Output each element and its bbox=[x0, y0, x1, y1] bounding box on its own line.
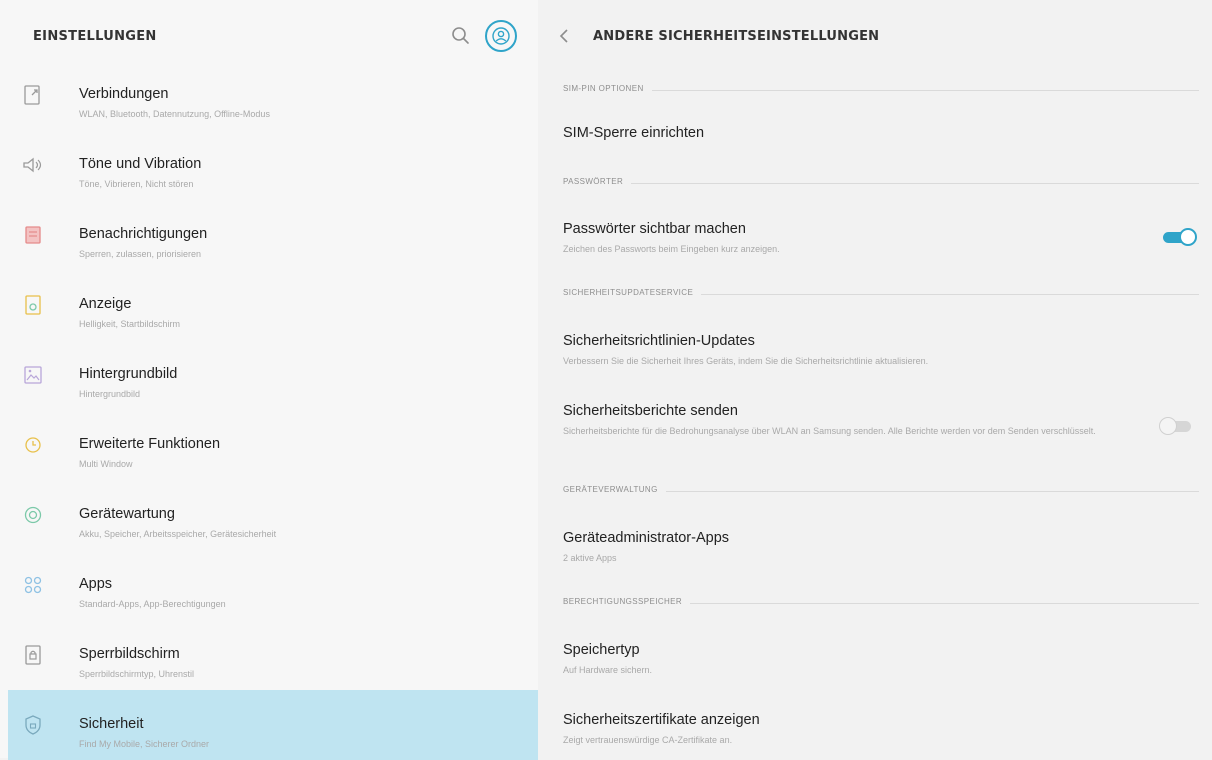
sidebar-item-connections[interactable]: Verbindungen WLAN, Bluetooth, Datennutzu… bbox=[8, 60, 538, 130]
view-certificates-row[interactable]: Sicherheitszertifikate anzeigen Zeigt ve… bbox=[563, 712, 1199, 752]
sidebar-item-subtitle: Sperren, zulassen, priorisieren bbox=[79, 249, 202, 259]
sidebar-item-notifications[interactable]: Benachrichtigungen Sperren, zulassen, pr… bbox=[8, 200, 538, 270]
section-label: GERÄTEVERWALTUNG bbox=[563, 485, 666, 494]
toggle-knob bbox=[1159, 417, 1177, 435]
sidebar-item-subtitle: Multi Window bbox=[79, 459, 133, 469]
section-header-device-admin: GERÄTEVERWALTUNG bbox=[563, 483, 1199, 497]
sidebar-item-device-maintenance[interactable]: Gerätewartung Akku, Speicher, Arbeitsspe… bbox=[8, 480, 538, 550]
show-passwords-toggle[interactable] bbox=[1161, 228, 1197, 246]
search-icon[interactable] bbox=[450, 25, 472, 47]
settings-sidebar: EINSTELLUNGEN Verbindungen WLAN, Bluetoo… bbox=[0, 0, 538, 760]
sidebar-item-label: Sperrbildschirm bbox=[79, 646, 180, 662]
sidebar-item-subtitle: WLAN, Bluetooth, Datennutzung, Offline-M… bbox=[79, 109, 270, 119]
sidebar-item-label: Anzeige bbox=[79, 296, 132, 312]
sidebar-title: EINSTELLUNGEN bbox=[33, 29, 157, 44]
row-title: Sicherheitsrichtlinien-Updates bbox=[563, 333, 755, 349]
wallpaper-icon bbox=[22, 363, 44, 387]
section-header-sim: SIM-PIN OPTIONEN bbox=[563, 82, 1199, 96]
sidebar-item-label: Sicherheit bbox=[79, 716, 144, 732]
row-title: Speichertyp bbox=[563, 642, 640, 658]
sidebar-item-label: Hintergrundbild bbox=[79, 366, 178, 382]
sidebar-item-label: Apps bbox=[79, 576, 113, 592]
security-icon bbox=[22, 713, 44, 737]
lock-screen-icon bbox=[22, 643, 44, 667]
sidebar-item-subtitle: Sperrbildschirmtyp, Uhrenstil bbox=[79, 669, 195, 679]
sidebar-item-label: Benachrichtigungen bbox=[79, 226, 208, 242]
device-maintenance-icon bbox=[22, 503, 44, 527]
sidebar-item-label: Gerätewartung bbox=[79, 506, 175, 522]
sidebar-item-label: Töne und Vibration bbox=[79, 156, 202, 172]
send-reports-toggle[interactable] bbox=[1159, 417, 1195, 435]
sidebar-item-label: Erweiterte Funktionen bbox=[79, 436, 221, 452]
settings-app: EINSTELLUNGEN Verbindungen WLAN, Bluetoo… bbox=[0, 0, 1212, 760]
row-subtitle: Auf Hardware sichern. bbox=[563, 665, 653, 675]
row-subtitle: Zeigt vertrauenswürdige CA-Zertifikate a… bbox=[563, 735, 733, 745]
display-icon bbox=[22, 293, 44, 317]
section-header-passwords: PASSWÖRTER bbox=[563, 175, 1199, 189]
sidebar-item-advanced-features[interactable]: Erweiterte Funktionen Multi Window bbox=[8, 410, 538, 480]
sidebar-item-subtitle: Find My Mobile, Sicherer Ordner bbox=[79, 739, 210, 749]
section-label: SICHERHEITSUPDATESERVICE bbox=[563, 288, 702, 297]
connections-icon bbox=[22, 83, 44, 107]
section-label: BERECHTIGUNGSSPEICHER bbox=[563, 597, 691, 606]
row-title: Passwörter sichtbar machen bbox=[563, 221, 746, 237]
sidebar-item-subtitle: Standard-Apps, App-Berechtigungen bbox=[79, 599, 226, 609]
sidebar-item-label: Verbindungen bbox=[79, 86, 169, 102]
sidebar-item-subtitle: Helligkeit, Startbildschirm bbox=[79, 319, 181, 329]
sidebar-item-subtitle: Akku, Speicher, Arbeitsspeicher, Gerätes… bbox=[79, 529, 277, 539]
apps-icon bbox=[22, 573, 44, 597]
settings-menu: Verbindungen WLAN, Bluetooth, Datennutzu… bbox=[8, 60, 538, 760]
divider bbox=[563, 183, 1199, 184]
divider bbox=[563, 90, 1199, 91]
row-title: Sicherheitsberichte senden bbox=[563, 403, 738, 419]
storage-type-row[interactable]: Speichertyp Auf Hardware sichern. bbox=[563, 642, 1199, 682]
row-subtitle: Zeichen des Passworts beim Eingeben kurz… bbox=[563, 244, 780, 254]
sidebar-item-wallpaper[interactable]: Hintergrundbild Hintergrundbild bbox=[8, 340, 538, 410]
sidebar-item-sounds[interactable]: Töne und Vibration Töne, Vibrieren, Nich… bbox=[8, 130, 538, 200]
sidebar-item-subtitle: Hintergrundbild bbox=[79, 389, 141, 399]
account-icon[interactable] bbox=[485, 20, 517, 52]
device-admin-apps-row[interactable]: Geräteadministrator-Apps 2 aktive Apps bbox=[563, 530, 1199, 570]
row-subtitle: Verbessern Sie die Sicherheit Ihres Gerä… bbox=[563, 356, 929, 366]
advanced-features-icon bbox=[22, 433, 44, 457]
page-title: ANDERE SICHERHEITSEINSTELLUNGEN bbox=[593, 29, 880, 44]
sidebar-item-subtitle: Töne, Vibrieren, Nicht stören bbox=[79, 179, 194, 189]
policy-updates-row[interactable]: Sicherheitsrichtlinien-Updates Verbesser… bbox=[563, 333, 1199, 373]
row-subtitle: Sicherheitsberichte für die Bedrohungsan… bbox=[563, 426, 1096, 436]
sidebar-item-security[interactable]: Sicherheit Find My Mobile, Sicherer Ordn… bbox=[8, 690, 538, 760]
row-title: Geräteadministrator-Apps bbox=[563, 530, 730, 546]
sound-icon bbox=[22, 153, 44, 177]
sidebar-item-display[interactable]: Anzeige Helligkeit, Startbildschirm bbox=[8, 270, 538, 340]
row-title: Sicherheitszertifikate anzeigen bbox=[563, 712, 760, 728]
sim-lock-row[interactable]: SIM-Sperre einrichten bbox=[563, 125, 1199, 155]
section-header-security-update: SICHERHEITSUPDATESERVICE bbox=[563, 286, 1199, 300]
notifications-icon bbox=[22, 223, 44, 247]
send-reports-row[interactable]: Sicherheitsberichte senden Sicherheitsbe… bbox=[563, 403, 1199, 455]
row-title: SIM-Sperre einrichten bbox=[563, 125, 705, 141]
section-label: PASSWÖRTER bbox=[563, 177, 632, 186]
show-passwords-row[interactable]: Passwörter sichtbar machen Zeichen des P… bbox=[563, 221, 1199, 261]
back-chevron-icon[interactable] bbox=[557, 27, 571, 45]
sidebar-item-lock-screen[interactable]: Sperrbildschirm Sperrbildschirmtyp, Uhre… bbox=[8, 620, 538, 690]
detail-pane: ANDERE SICHERHEITSEINSTELLUNGEN SIM-PIN … bbox=[539, 0, 1212, 758]
sidebar-item-apps[interactable]: Apps Standard-Apps, App-Berechtigungen bbox=[8, 550, 538, 620]
section-header-credential-storage: BERECHTIGUNGSSPEICHER bbox=[563, 595, 1199, 609]
section-label: SIM-PIN OPTIONEN bbox=[563, 84, 652, 93]
row-subtitle: 2 aktive Apps bbox=[563, 553, 617, 563]
toggle-knob bbox=[1179, 228, 1197, 246]
